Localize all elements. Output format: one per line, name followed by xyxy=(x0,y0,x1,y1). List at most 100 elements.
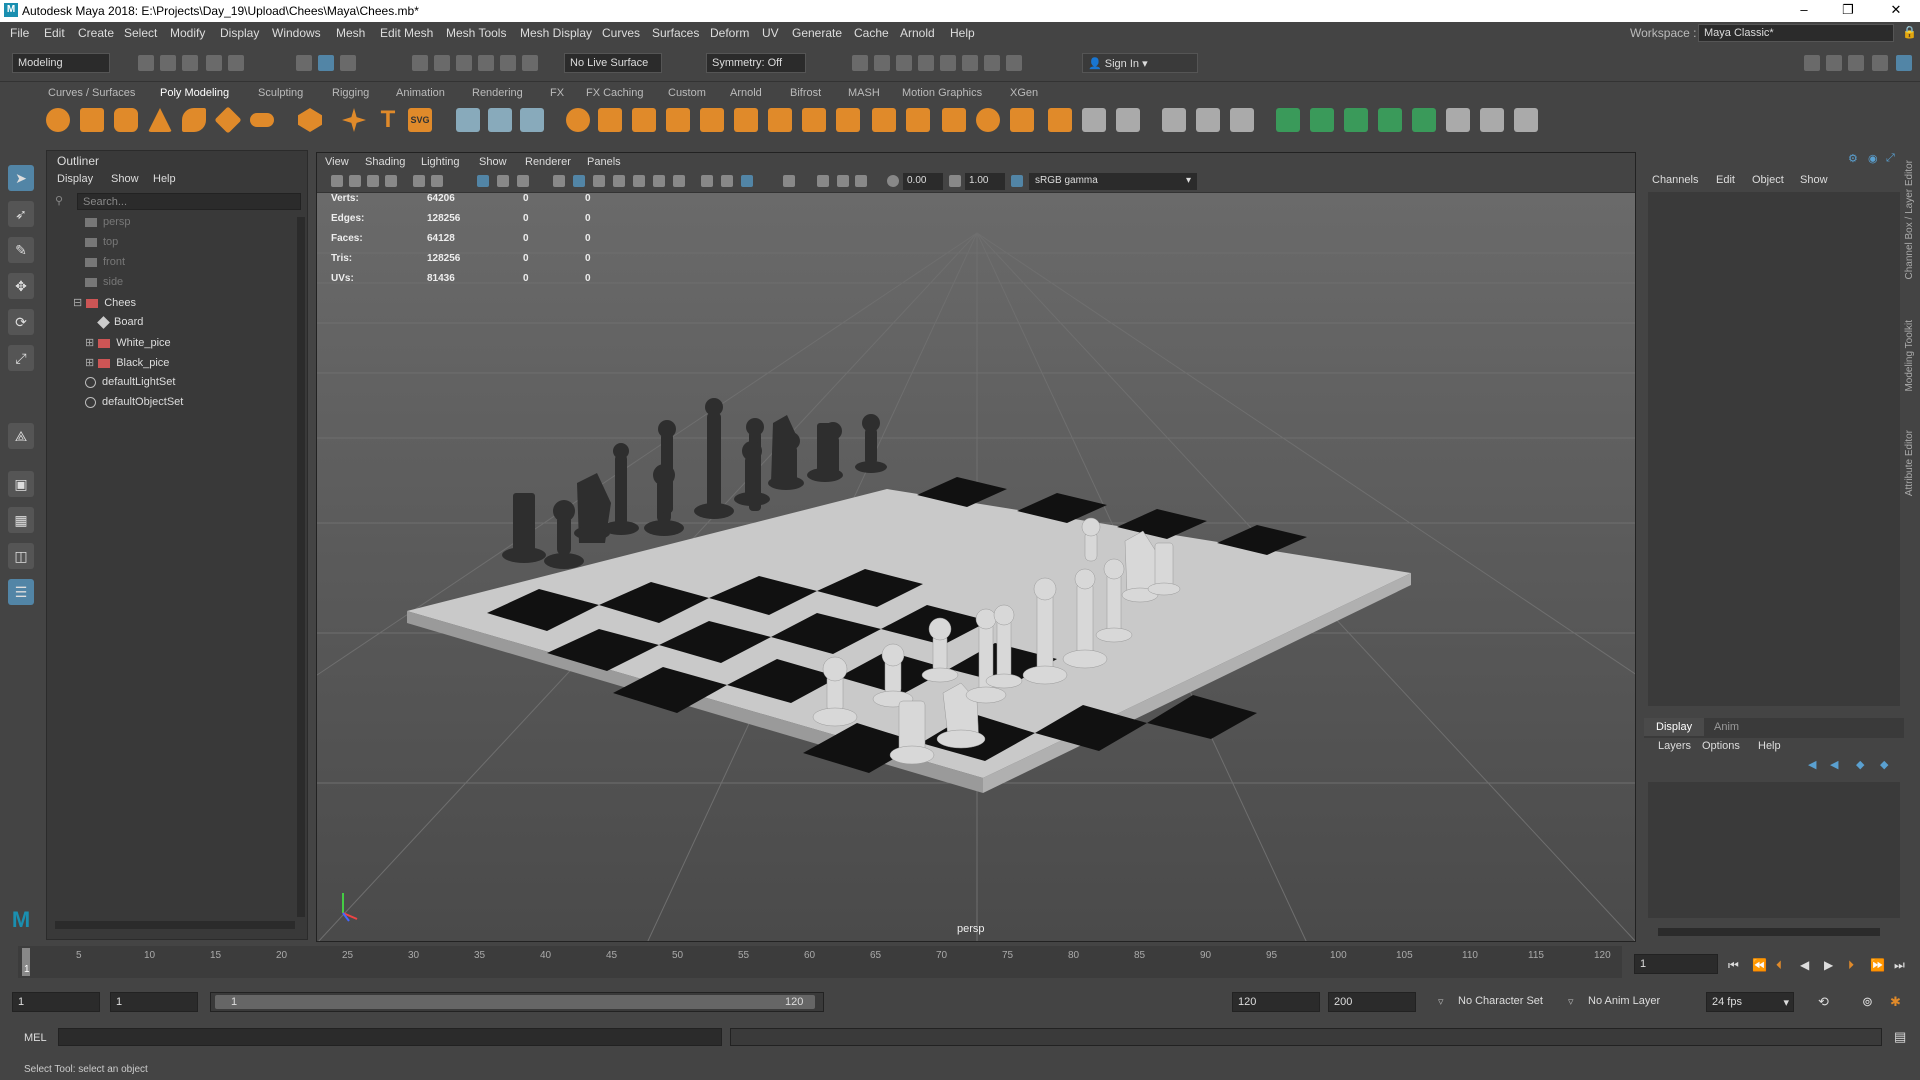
triangulate-icon[interactable] xyxy=(906,108,930,132)
attribute-editor-icon[interactable] xyxy=(1826,55,1842,71)
animation-preferences-icon[interactable]: ✱ xyxy=(1890,994,1901,1010)
menu-mesh-tools[interactable]: Mesh Tools xyxy=(446,26,506,40)
resolution-gate-icon[interactable] xyxy=(517,175,529,187)
gamma-icon[interactable] xyxy=(949,175,961,187)
render-frame-icon[interactable] xyxy=(874,55,890,71)
outliner-item-chees[interactable]: ⊟ Chees xyxy=(73,296,136,314)
new-layer-selected-icon[interactable]: ◆ xyxy=(1880,758,1888,771)
channel-box-icon[interactable] xyxy=(1872,55,1888,71)
viewport-menu-shading[interactable]: Shading xyxy=(365,156,405,168)
snap-curve-icon[interactable] xyxy=(434,55,450,71)
tab-motion-graphics[interactable]: Motion Graphics xyxy=(902,87,982,99)
camera-attributes-icon[interactable] xyxy=(349,175,361,187)
cut-uv-icon[interactable] xyxy=(1480,108,1504,132)
step-forward-frame-icon[interactable]: ⏩ xyxy=(1870,958,1885,972)
mirror-icon[interactable] xyxy=(836,108,860,132)
menu-create[interactable]: Create xyxy=(78,26,114,40)
menu-uv[interactable]: UV xyxy=(762,26,779,40)
bevel-icon[interactable] xyxy=(632,108,656,132)
tab-animation[interactable]: Animation xyxy=(396,87,445,99)
poly-disc-icon[interactable] xyxy=(250,113,274,127)
snap-surface-icon[interactable] xyxy=(500,55,516,71)
anim-layer-icon[interactable]: ▿ xyxy=(1568,995,1574,1008)
range-slider-handle[interactable] xyxy=(215,995,815,1009)
camera-sync-icon[interactable] xyxy=(817,175,829,187)
snap-view-icon[interactable] xyxy=(478,55,494,71)
menu-mesh[interactable]: Mesh xyxy=(336,26,365,40)
menu-cache[interactable]: Cache xyxy=(854,26,889,40)
outliner-item-front[interactable]: front xyxy=(85,256,125,274)
undo-icon[interactable] xyxy=(206,55,222,71)
film-gate-icon[interactable] xyxy=(497,175,509,187)
ambient-occlusion-icon[interactable] xyxy=(653,175,665,187)
side-tab-channel-box[interactable]: Channel Box / Layer Editor xyxy=(1904,160,1915,280)
tab-custom[interactable]: Custom xyxy=(668,87,706,99)
menu-mesh-display[interactable]: Mesh Display xyxy=(520,26,592,40)
character-set-icon[interactable]: ▿ xyxy=(1438,995,1444,1008)
single-perspective-view-icon[interactable]: ▣ xyxy=(8,471,34,497)
lock-icon[interactable]: 🔒 xyxy=(1902,25,1917,39)
outliner-item-white-pice[interactable]: ⊞ White_pice xyxy=(85,336,171,354)
menu-generate[interactable]: Generate xyxy=(792,26,842,40)
planar-uv-icon[interactable] xyxy=(1276,108,1300,132)
outliner-menu-show[interactable]: Show xyxy=(111,173,139,185)
snap-together-icon[interactable] xyxy=(1082,108,1106,132)
exposure-field[interactable]: 0.00 xyxy=(903,173,943,190)
type-text-icon[interactable]: T xyxy=(376,108,400,132)
snap-point-icon[interactable] xyxy=(456,55,472,71)
command-language[interactable]: MEL xyxy=(24,1032,47,1044)
snap-to-pixels-icon[interactable] xyxy=(783,175,795,187)
float-panel-icon[interactable]: ◉ xyxy=(1868,152,1878,165)
symmetry-dropdown[interactable]: Symmetry: Off xyxy=(706,53,806,73)
current-frame-field[interactable]: 1 xyxy=(1634,954,1718,974)
new-scene-icon[interactable] xyxy=(138,55,154,71)
layer-scrollbar[interactable] xyxy=(1658,928,1880,936)
outliner-item-default-object-set[interactable]: defaultObjectSet xyxy=(85,396,183,414)
fps-dropdown[interactable]: 24 fps ▾ xyxy=(1706,992,1794,1012)
image-plane-icon[interactable] xyxy=(385,175,397,187)
close-icon[interactable]: ✕ xyxy=(1876,2,1916,18)
new-empty-layer-icon[interactable]: ◆ xyxy=(1856,758,1864,771)
outliner-menu-display[interactable]: Display xyxy=(57,173,93,185)
tab-sculpting[interactable]: Sculpting xyxy=(258,87,303,99)
poly-plane-icon[interactable] xyxy=(214,106,242,134)
outliner-search-input[interactable]: Search... xyxy=(77,193,301,210)
show-manipulator-icon[interactable]: ⟁ xyxy=(8,423,34,449)
menu-arnold[interactable]: Arnold xyxy=(900,26,935,40)
maximize-icon[interactable]: ❐ xyxy=(1828,2,1868,18)
tab-curves-surfaces[interactable]: Curves / Surfaces xyxy=(48,87,135,99)
two-view-icon[interactable]: ◫ xyxy=(8,543,34,569)
select-tool-icon[interactable]: ➤ xyxy=(8,165,34,191)
wireframe-icon[interactable] xyxy=(553,175,565,187)
tool-settings-icon[interactable] xyxy=(1848,55,1864,71)
menu-set-dropdown[interactable]: Modeling xyxy=(12,53,110,73)
go-to-end-icon[interactable]: ⏭ xyxy=(1894,958,1905,973)
search-options-icon[interactable]: ⚲ xyxy=(55,194,63,207)
2d-pan-zoom-icon[interactable] xyxy=(413,175,425,187)
collapse-icon[interactable]: ⊟ xyxy=(73,297,82,309)
anim-layer-label[interactable]: No Anim Layer xyxy=(1588,995,1660,1007)
uv-editor-icon[interactable] xyxy=(1446,108,1470,132)
append-icon[interactable] xyxy=(700,108,724,132)
tab-fx-caching[interactable]: FX Caching xyxy=(586,87,643,99)
channel-menu-edit[interactable]: Edit xyxy=(1716,174,1735,186)
side-tab-modeling-toolkit[interactable]: Modeling Toolkit xyxy=(1904,320,1915,392)
spherical-uv-icon[interactable] xyxy=(1344,108,1368,132)
separate-icon[interactable] xyxy=(488,108,512,132)
combine-icon[interactable] xyxy=(456,108,480,132)
wedge-icon[interactable] xyxy=(802,108,826,132)
select-component-icon[interactable] xyxy=(340,55,356,71)
poke-icon[interactable] xyxy=(768,108,792,132)
menu-windows[interactable]: Windows xyxy=(272,26,321,40)
character-set-label[interactable]: No Character Set xyxy=(1458,995,1543,1007)
lasso-tool-icon[interactable]: ➶ xyxy=(8,201,34,227)
channel-menu-object[interactable]: Object xyxy=(1752,174,1784,186)
paint-select-icon[interactable]: ✎ xyxy=(8,237,34,263)
fill-hole-icon[interactable] xyxy=(734,108,758,132)
workspace-dropdown[interactable]: Maya Classic* xyxy=(1698,24,1894,42)
move-layer-up-icon[interactable]: ◀ xyxy=(1808,758,1816,771)
super-shape-icon[interactable] xyxy=(342,108,366,132)
slide-edge-icon[interactable] xyxy=(1048,108,1072,132)
time-slider-track[interactable] xyxy=(18,946,1622,978)
xray-joints-icon[interactable] xyxy=(741,175,753,187)
